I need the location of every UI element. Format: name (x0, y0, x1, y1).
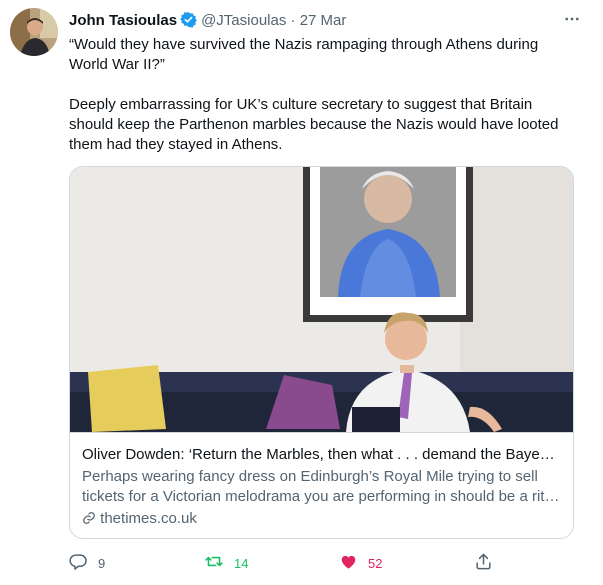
reply-button[interactable]: 9 (69, 552, 105, 574)
link-icon (82, 510, 96, 527)
card-description-line-2: tickets for a Victorian melodrama you ar… (82, 488, 560, 505)
author-handle[interactable]: @JTasioulas (201, 12, 286, 29)
like-button[interactable]: 52 (339, 552, 382, 574)
more-icon[interactable] (563, 10, 581, 33)
tweet-date[interactable]: 27 Mar (300, 12, 347, 29)
retweet-button[interactable]: 14 (204, 552, 248, 574)
retweet-count: 14 (234, 555, 249, 571)
tweet-actions: 9 14 52 (69, 552, 499, 574)
author-name[interactable]: John Tasioulas (69, 12, 177, 29)
share-button[interactable] (474, 552, 493, 574)
card-body[interactable]: Oliver Dowden: ‘Return the Marbles, then… (70, 432, 573, 529)
card-domain-text: thetimes.co.uk (100, 510, 197, 527)
avatar[interactable] (10, 8, 58, 56)
tweet-header: John Tasioulas @JTasioulas · 27 Mar (69, 11, 346, 34)
card-description: Perhaps wearing fancy dress on Edinburgh… (82, 467, 561, 507)
card-description-line-1: Perhaps wearing fancy dress on Edinburgh… (82, 468, 538, 485)
tweet-paragraph-comment: Deeply embarrassing for UK’s culture sec… (69, 96, 559, 153)
like-icon (339, 552, 358, 574)
share-icon (474, 552, 493, 574)
card-domain[interactable]: thetimes.co.uk (82, 509, 561, 529)
tweet-paragraph-quote: “Would they have survived the Nazis ramp… (69, 36, 539, 73)
retweet-icon (204, 552, 224, 574)
link-card[interactable]: Oliver Dowden: ‘Return the Marbles, then… (69, 166, 574, 539)
like-count: 52 (368, 555, 383, 571)
verified-icon (180, 11, 197, 34)
card-title[interactable]: Oliver Dowden: ‘Return the Marbles, then… (82, 445, 561, 465)
reply-icon (69, 552, 88, 574)
reply-count: 9 (98, 555, 106, 571)
card-image[interactable] (70, 167, 573, 432)
separator: · (290, 12, 296, 29)
tweet-text: “Would they have survived the Nazis ramp… (69, 35, 569, 155)
